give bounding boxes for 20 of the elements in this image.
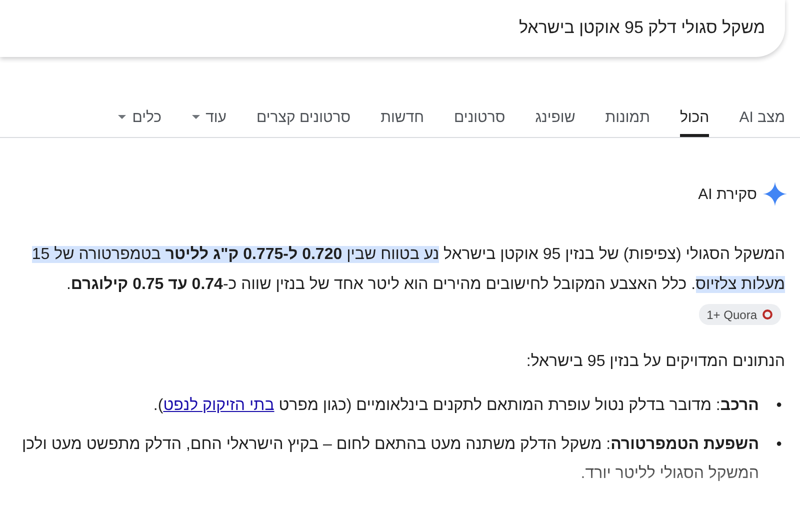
- tab[interactable]: מצב AI: [739, 97, 785, 137]
- tab[interactable]: סרטונים קצרים: [256, 97, 351, 137]
- bullet-text: השפעת הטמפרטורה: משקל הדלק משתנה מעט בהתאם לחום – בקיץ הישראלי החם, הדלק מתפשט מעט ולכן המשקל הסגולי לליטר יורד.: [21, 435, 759, 484]
- tab[interactable]: שופינג: [535, 97, 576, 137]
- sparkle-icon: [763, 182, 787, 206]
- tab[interactable]: סרטונים: [454, 97, 506, 137]
- tab[interactable]: הכול: [680, 97, 710, 137]
- tab[interactable]: עוד: [192, 97, 227, 137]
- tab[interactable]: תמונות: [605, 97, 650, 137]
- intro-text: הנתונים המדויקים על בנזין 95 בישראל:: [525, 352, 785, 372]
- link[interactable]: בתי הזיקוק לנפט: [163, 397, 274, 414]
- section-title: סקירת AI: [698, 186, 757, 202]
- source-chip[interactable]: 1+ Quora: [698, 304, 781, 326]
- bullet-text: הרכב: מדובר בדלק נטול עופרת המותאם לתקנים בינלאומיים (כגון מפרט בתי הזיקוק לנפט).: [153, 396, 759, 416]
- tab[interactable]: כלים: [118, 97, 162, 137]
- bullet-marker: •: [775, 396, 783, 416]
- quora-icon: [762, 309, 773, 320]
- search-field[interactable]: משקל סגולי דלק 95 אוקטן בישראל: [0, 0, 785, 57]
- tab[interactable]: חדשות: [380, 97, 424, 137]
- bullet-marker: •: [775, 435, 783, 455]
